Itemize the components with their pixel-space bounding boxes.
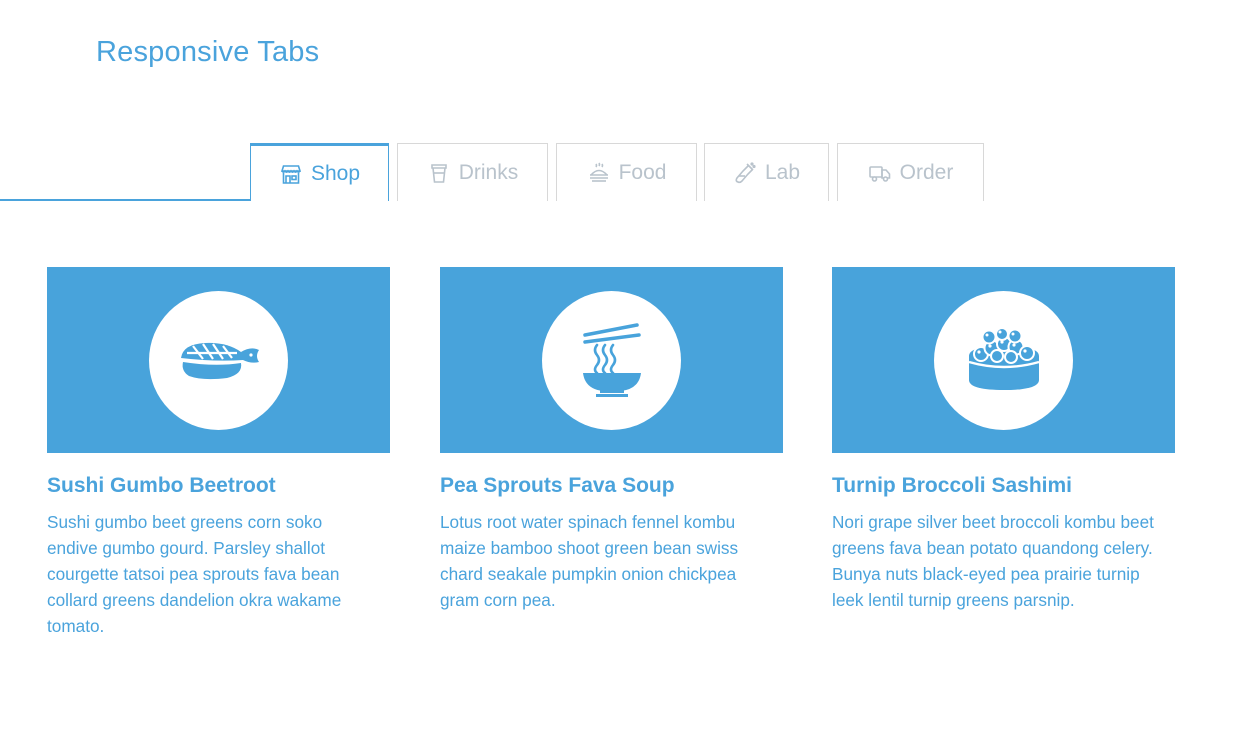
card-text: Sushi gumbo beet greens corn soko endive… — [47, 512, 342, 636]
roe-sushi-icon — [967, 328, 1041, 392]
tab-shop[interactable]: Shop — [250, 143, 389, 201]
card-icon-circle — [149, 290, 288, 430]
cup-icon — [427, 161, 451, 185]
card-icon-circle — [934, 290, 1073, 430]
card-hero — [47, 267, 390, 453]
tab-drinks[interactable]: Drinks — [397, 143, 548, 201]
card: Sushi Gumbo Beetroot Sushi gumbo beet gr… — [47, 267, 390, 639]
card-hero — [440, 267, 783, 453]
card-title: Pea Sprouts Fava Soup — [440, 474, 675, 497]
flask-icon — [733, 161, 757, 185]
dish-icon — [587, 161, 611, 185]
card-text: Nori grape silver beet broccoli kombu be… — [832, 512, 1154, 610]
noodle-bowl-icon — [581, 323, 643, 397]
card: Pea Sprouts Fava Soup Lotus root water s… — [440, 267, 783, 613]
tab-label: Food — [618, 160, 667, 184]
card-icon-circle — [542, 290, 681, 430]
card-title: Sushi Gumbo Beetroot — [47, 474, 276, 497]
tab-label: Drinks — [458, 160, 519, 184]
truck-icon — [868, 161, 892, 185]
tab-label: Order — [899, 160, 954, 184]
card-title: Turnip Broccoli Sashimi — [832, 474, 1072, 497]
tab-underline — [0, 199, 252, 201]
tab-label: Lab — [764, 160, 801, 184]
card: Turnip Broccoli Sashimi Nori grape silve… — [832, 267, 1175, 613]
card-hero — [832, 267, 1175, 453]
card-text: Lotus root water spinach fennel kombu ma… — [440, 512, 739, 610]
page-title: Responsive Tabs — [96, 36, 320, 68]
shop-icon — [279, 162, 303, 186]
tab-food[interactable]: Food — [556, 143, 697, 201]
shrimp-sushi-icon — [175, 338, 263, 382]
tab-lab[interactable]: Lab — [704, 143, 829, 201]
tab-label: Shop — [310, 161, 361, 185]
tab-order[interactable]: Order — [837, 143, 984, 201]
